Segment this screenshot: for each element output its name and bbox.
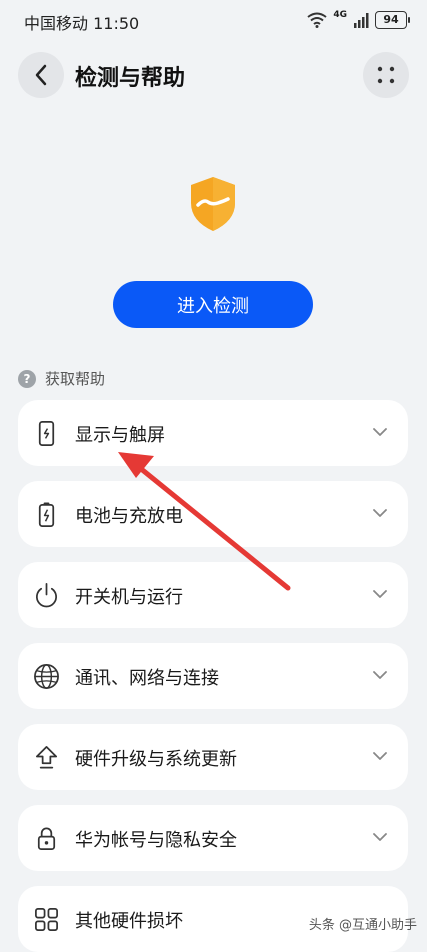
help-item-account-privacy[interactable]: 华为帐号与隐私安全: [18, 805, 408, 871]
upgrade-icon: [35, 746, 58, 769]
help-item-battery-charging[interactable]: 电池与充放电: [18, 481, 408, 547]
section-title: 获取帮助: [45, 370, 106, 388]
signal-icon: [354, 13, 369, 28]
help-item-label: 开关机与运行: [75, 587, 183, 608]
grid-icon: [35, 908, 58, 931]
chevron-down-icon: [373, 428, 387, 436]
help-item-label: 其他硬件损坏: [75, 911, 183, 932]
chevron-down-icon: [373, 671, 387, 679]
annotation-arrow: [118, 452, 291, 591]
four-dots-icon: [377, 66, 395, 84]
globe-icon: [34, 664, 59, 689]
help-icon: ?: [18, 369, 36, 388]
chevron-left-icon: [35, 64, 47, 86]
help-item-label: 显示与触屏: [75, 425, 165, 446]
section-header: ? 获取帮助: [18, 368, 105, 389]
start-detection-button[interactable]: 进入检测: [113, 281, 313, 328]
lock-icon: [37, 827, 56, 850]
help-item-label: 华为帐号与隐私安全: [75, 830, 237, 851]
phone-icon: [38, 421, 55, 446]
status-bar: 中国移动 11:50 4G 94: [0, 0, 427, 40]
watermark: 头条 @互通小助手: [308, 918, 417, 933]
help-item-label: 电池与充放电: [75, 506, 183, 527]
help-item-network-connection[interactable]: 通讯、网络与连接: [18, 643, 408, 709]
help-item-label: 通讯、网络与连接: [75, 668, 219, 689]
battery-icon: [38, 502, 55, 527]
page-title: 检测与帮助: [75, 66, 186, 91]
shield-check-icon: [191, 177, 235, 231]
chevron-down-icon: [373, 509, 387, 517]
help-item-label: 硬件升级与系统更新: [75, 749, 237, 770]
help-item-power-operation[interactable]: 开关机与运行: [18, 562, 408, 628]
chevron-down-icon: [373, 752, 387, 760]
back-button[interactable]: [18, 52, 64, 98]
help-item-hardware-system-update[interactable]: 硬件升级与系统更新: [18, 724, 408, 790]
network-type: 4G: [333, 10, 347, 20]
carrier-time: 中国移动 11:50: [24, 14, 140, 33]
more-options-button[interactable]: [363, 52, 409, 98]
battery-indicator: 94: [375, 11, 410, 29]
power-icon: [35, 583, 58, 608]
help-item-display-touch[interactable]: 显示与触屏: [18, 400, 408, 466]
chevron-down-icon: [373, 590, 387, 598]
status-icons: 4G 94: [307, 10, 410, 30]
wifi-icon: [307, 12, 327, 28]
chevron-down-icon: [373, 833, 387, 841]
